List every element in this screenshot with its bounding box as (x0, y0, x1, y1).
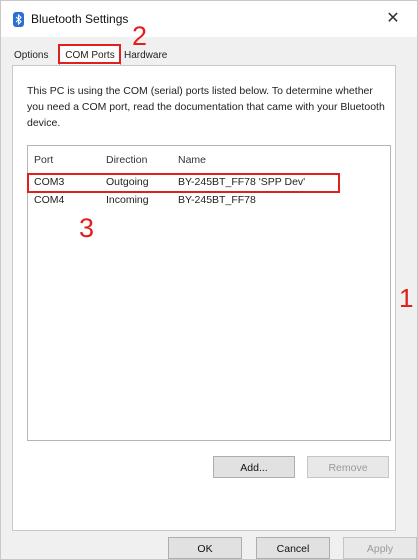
annotation-step-3: 3 (79, 213, 95, 243)
tab-options[interactable]: Options (11, 46, 59, 65)
table-row[interactable]: COM4 Incoming BY-245BT_FF78 (28, 194, 390, 210)
annotation-box-com3-row (27, 173, 340, 193)
ok-button[interactable]: OK (168, 537, 242, 559)
name-cell: BY-245BT_FF78 (178, 194, 256, 206)
com-ports-description: This PC is using the COM (serial) ports … (27, 85, 385, 129)
column-header-port[interactable]: Port (34, 154, 53, 166)
bluetooth-settings-dialog: Bluetooth Settings ✕ Options COM Ports H… (0, 0, 418, 560)
tab-hardware[interactable]: Hardware (121, 46, 179, 65)
window-title: Bluetooth Settings (31, 12, 129, 26)
annotation-step-2: 2 (132, 21, 148, 51)
close-icon[interactable]: ✕ (383, 9, 403, 29)
add-button[interactable]: Add... (213, 456, 295, 478)
port-cell: COM4 (34, 194, 65, 206)
annotation-step-1: 1 (399, 283, 414, 313)
apply-button[interactable]: Apply (343, 537, 417, 559)
annotation-box-com-ports-tab (58, 44, 121, 64)
column-header-name[interactable]: Name (178, 154, 206, 166)
cancel-button[interactable]: Cancel (256, 537, 330, 559)
remove-button[interactable]: Remove (307, 456, 389, 478)
title-bar: Bluetooth Settings ✕ (1, 1, 417, 37)
column-header-direction[interactable]: Direction (106, 154, 147, 166)
bluetooth-icon (13, 12, 24, 27)
direction-cell: Incoming (106, 194, 149, 206)
